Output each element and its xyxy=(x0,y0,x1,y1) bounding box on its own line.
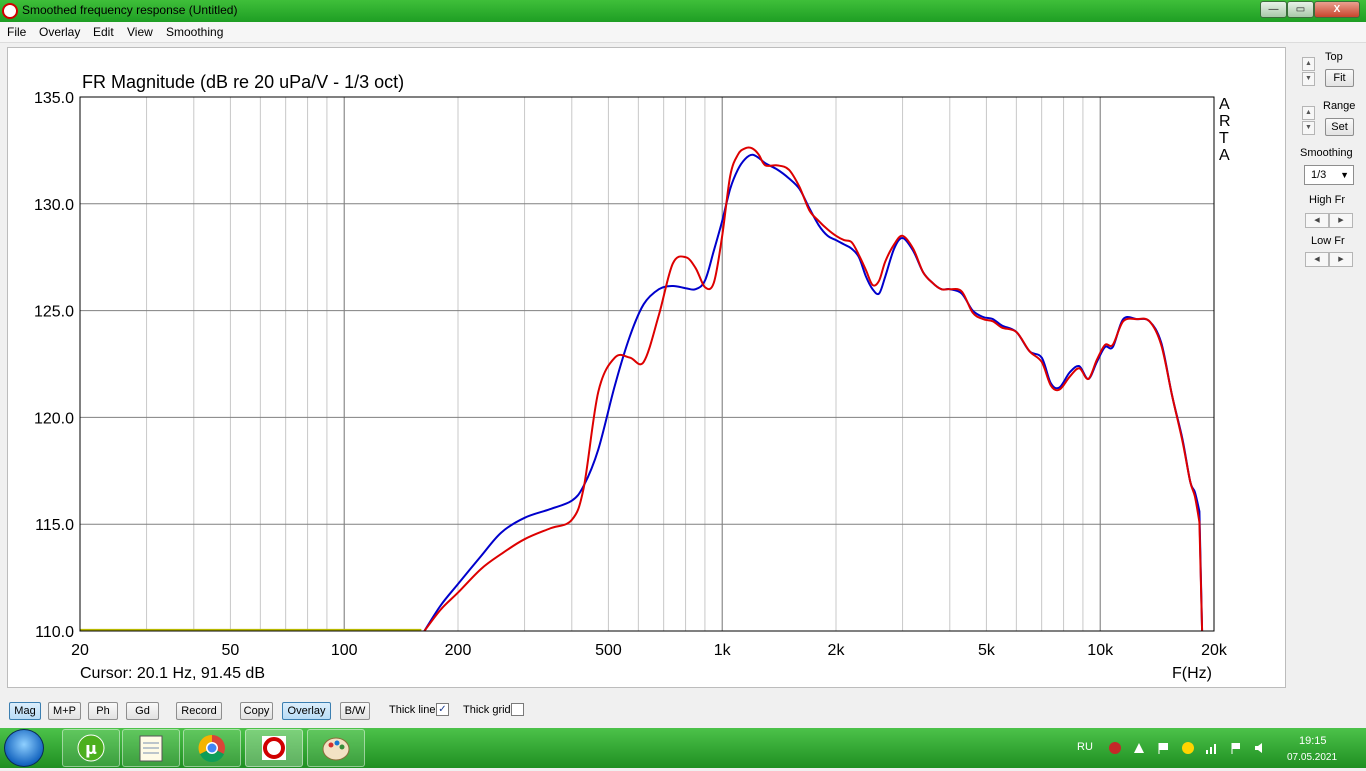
record-button[interactable]: Record xyxy=(176,702,222,720)
chart-title: FR Magnitude (dB re 20 uPa/V - 1/3 oct) xyxy=(82,72,405,92)
bw-button[interactable]: B/W xyxy=(340,702,370,720)
arta-letter-1: A xyxy=(1219,96,1230,113)
high-fr-label: High Fr xyxy=(1309,194,1346,206)
app-icon[interactable] xyxy=(2,3,18,19)
arta-letter-4: A xyxy=(1219,147,1230,164)
gd-button[interactable]: Gd xyxy=(126,702,159,720)
menu-edit[interactable]: Edit xyxy=(93,25,114,39)
clock-time[interactable]: 19:15 xyxy=(1299,735,1327,747)
svg-text:µ: µ xyxy=(85,739,97,758)
paint-taskbar-button[interactable] xyxy=(307,729,365,767)
menu-smoothing[interactable]: Smoothing xyxy=(166,25,223,39)
top-label: Top xyxy=(1325,51,1343,63)
mag-button[interactable]: Mag xyxy=(9,702,41,720)
arta-icon xyxy=(262,736,286,760)
high-fr-left-button[interactable]: ◀ xyxy=(1305,213,1329,228)
utorrent-taskbar-button[interactable]: µ xyxy=(62,729,120,767)
menu-overlay[interactable]: Overlay xyxy=(39,25,80,39)
tray-app-icon[interactable] xyxy=(1181,741,1195,755)
clock-date[interactable]: 07.05.2021 xyxy=(1287,752,1337,763)
arta-taskbar-button[interactable] xyxy=(245,729,303,767)
signal-bars-icon[interactable] xyxy=(1205,741,1219,755)
ph-button[interactable]: Ph xyxy=(88,702,118,720)
menu-file[interactable]: File xyxy=(7,25,26,39)
thick-grid-label: Thick grid xyxy=(463,704,511,716)
plot-panel[interactable] xyxy=(7,47,1286,688)
smoothing-select[interactable]: 1/3 ▼ xyxy=(1304,165,1354,185)
low-fr-label: Low Fr xyxy=(1311,235,1345,247)
utorrent-icon: µ xyxy=(77,734,105,762)
paint-palette-icon xyxy=(322,737,350,761)
smoothing-value: 1/3 xyxy=(1311,169,1327,181)
range-label: Range xyxy=(1323,100,1356,112)
fit-button[interactable]: Fit xyxy=(1325,69,1354,87)
chevron-down-icon: ▼ xyxy=(1340,170,1349,180)
range-up-spin[interactable]: ▲ xyxy=(1302,106,1315,120)
x-axis-label: F(Hz) xyxy=(1172,665,1212,682)
thick-grid-checkbox[interactable] xyxy=(511,703,524,716)
notepad-taskbar-button[interactable] xyxy=(122,729,180,767)
close-button[interactable]: X xyxy=(1314,1,1360,18)
language-indicator[interactable]: RU xyxy=(1077,741,1093,753)
notepad-icon xyxy=(139,735,163,762)
start-button[interactable] xyxy=(4,729,44,767)
menu-view[interactable]: View xyxy=(127,25,153,39)
network-alert-icon[interactable] xyxy=(1132,741,1146,755)
volume-icon[interactable] xyxy=(1253,741,1267,755)
thick-line-checkbox[interactable]: ✓ xyxy=(436,703,449,716)
low-fr-right-button[interactable]: ▶ xyxy=(1329,252,1353,267)
arta-letter-2: R xyxy=(1219,113,1231,130)
cursor-readout: Cursor: 20.1 Hz, 91.45 dB xyxy=(80,665,265,682)
thick-line-label: Thick line xyxy=(389,704,436,716)
chrome-taskbar-button[interactable] xyxy=(183,729,241,767)
high-fr-right-button[interactable]: ▶ xyxy=(1329,213,1353,228)
flag-icon[interactable] xyxy=(1156,741,1170,755)
antivirus-icon[interactable] xyxy=(1108,741,1122,755)
top-down-spin[interactable]: ▼ xyxy=(1302,72,1315,86)
minimize-button[interactable]: — xyxy=(1260,1,1287,18)
top-up-spin[interactable]: ▲ xyxy=(1302,57,1315,71)
m-plus-p-button[interactable]: M+P xyxy=(48,702,81,720)
range-down-spin[interactable]: ▼ xyxy=(1302,121,1315,135)
smoothing-label: Smoothing xyxy=(1300,147,1353,159)
overlay-button[interactable]: Overlay xyxy=(282,702,331,720)
action-center-flag-icon[interactable] xyxy=(1229,741,1243,755)
arta-letter-3: T xyxy=(1219,130,1229,147)
chrome-icon xyxy=(198,734,225,762)
maximize-button[interactable]: ▭ xyxy=(1287,1,1314,18)
copy-button[interactable]: Copy xyxy=(240,702,273,720)
window-title: Smoothed frequency response (Untitled) xyxy=(22,3,238,17)
set-button[interactable]: Set xyxy=(1325,118,1354,136)
low-fr-left-button[interactable]: ◀ xyxy=(1305,252,1329,267)
